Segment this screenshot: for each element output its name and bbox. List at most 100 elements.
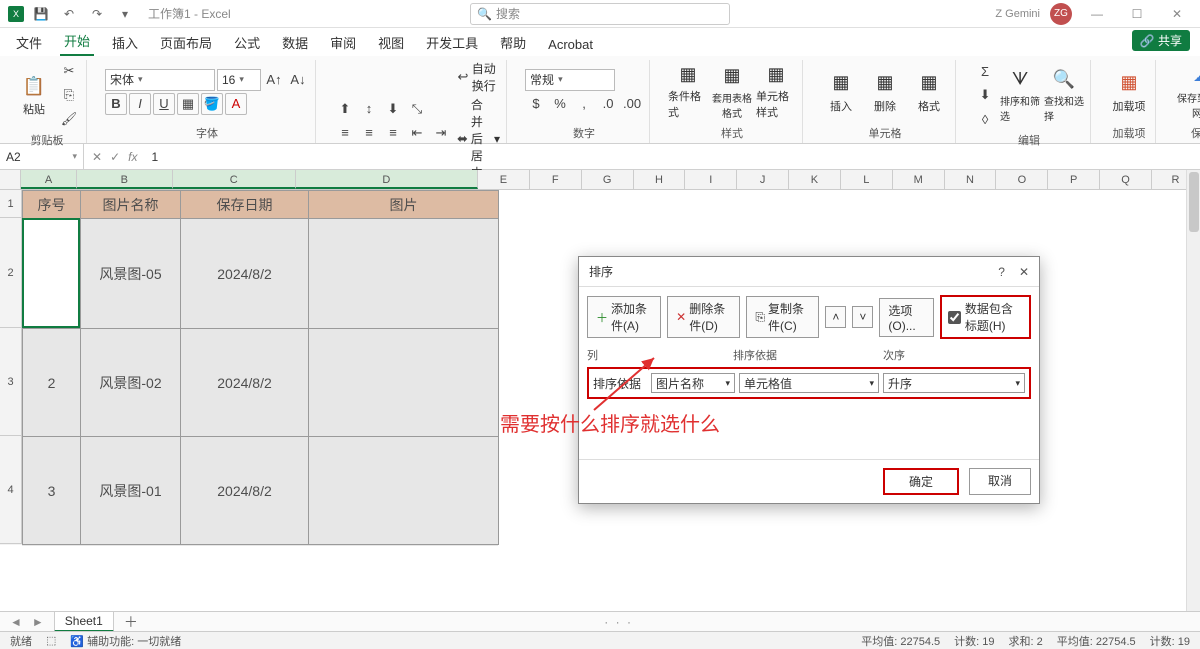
cell[interactable]: 2024/8/2 <box>181 437 309 545</box>
percent-icon[interactable]: % <box>549 93 571 115</box>
search-box[interactable]: 🔍 搜索 <box>470 3 730 25</box>
format-cells-button[interactable]: ▦格式 <box>909 64 949 120</box>
col-header[interactable]: I <box>685 170 737 189</box>
tab-view[interactable]: 视图 <box>374 29 408 56</box>
cell[interactable] <box>309 329 499 437</box>
row-header[interactable]: 2 <box>0 218 22 328</box>
cell[interactable]: 3 <box>23 437 81 545</box>
row-header[interactable]: 3 <box>0 328 22 436</box>
align-right-icon[interactable]: ≡ <box>382 122 404 144</box>
select-all-corner[interactable] <box>0 170 21 189</box>
bold-button[interactable]: B <box>105 93 127 115</box>
col-header[interactable]: Q <box>1100 170 1152 189</box>
align-center-icon[interactable]: ≡ <box>358 122 380 144</box>
merge-center-button[interactable]: ⬌合并后居中▾ <box>456 96 500 181</box>
qat-more-icon[interactable]: ▾ <box>114 3 136 25</box>
move-up-button[interactable]: ˄ <box>825 306 846 328</box>
row-header[interactable]: 4 <box>0 436 22 544</box>
increase-decimal-icon[interactable]: .0 <box>597 93 619 115</box>
sheet-prev-icon[interactable]: ◄ <box>10 615 22 629</box>
ok-button[interactable]: 确定 <box>883 468 959 495</box>
vertical-scrollbar[interactable] <box>1186 170 1200 611</box>
cell[interactable] <box>309 437 499 545</box>
cell[interactable] <box>309 219 499 329</box>
fill-color-button[interactable]: 🪣 <box>201 93 223 115</box>
col-header[interactable]: L <box>841 170 893 189</box>
tab-layout[interactable]: 页面布局 <box>156 29 216 56</box>
copy-level-button[interactable]: ⎘复制条件(C) <box>746 296 819 338</box>
undo-icon[interactable]: ↶ <box>58 3 80 25</box>
orientation-icon[interactable]: ⤡ <box>406 98 428 120</box>
formula-input[interactable]: 1 <box>145 150 1200 164</box>
italic-button[interactable]: I <box>129 93 151 115</box>
row-header[interactable]: 1 <box>0 190 22 218</box>
tab-formula[interactable]: 公式 <box>230 29 264 56</box>
currency-icon[interactable]: $ <box>525 93 547 115</box>
close-icon[interactable]: ✕ <box>1019 265 1029 279</box>
tab-acrobat[interactable]: Acrobat <box>544 33 597 56</box>
cut-icon[interactable]: ✂ <box>58 60 80 82</box>
header-checkbox[interactable]: 数据包含标题(H) <box>940 295 1031 339</box>
decrease-font-icon[interactable]: A↓ <box>287 69 309 91</box>
sort-filter-button[interactable]: ᗐ排序和筛选 <box>1000 67 1040 123</box>
align-left-icon[interactable]: ≡ <box>334 122 356 144</box>
col-header[interactable]: P <box>1048 170 1100 189</box>
sheet-next-icon[interactable]: ► <box>32 615 44 629</box>
comma-icon[interactable]: , <box>573 93 595 115</box>
tab-help[interactable]: 帮助 <box>496 29 530 56</box>
accept-fx-icon[interactable]: ✓ <box>110 150 120 164</box>
tab-home[interactable]: 开始 <box>60 27 94 56</box>
format-painter-icon[interactable]: 🖌 <box>58 108 80 130</box>
cancel-fx-icon[interactable]: ✕ <box>92 150 102 164</box>
delete-level-button[interactable]: ✕删除条件(D) <box>667 296 740 338</box>
cell[interactable]: 序号 <box>23 191 81 219</box>
cell[interactable]: 风景图-02 <box>81 329 181 437</box>
font-name-select[interactable]: 宋体▾ <box>105 69 215 91</box>
cell[interactable]: 风景图-05 <box>81 219 181 329</box>
cell[interactable]: 图片名称 <box>81 191 181 219</box>
col-header[interactable]: N <box>945 170 997 189</box>
col-header[interactable]: B <box>77 170 173 189</box>
dialog-titlebar[interactable]: 排序 ? ✕ <box>579 257 1039 287</box>
scroll-thumb[interactable] <box>1189 172 1199 232</box>
cell[interactable]: 图片 <box>309 191 499 219</box>
share-button[interactable]: 🔗 共享 <box>1132 30 1190 51</box>
checkbox[interactable] <box>948 311 961 324</box>
clear-icon[interactable]: ◊ <box>974 108 996 130</box>
wrap-text-button[interactable]: ↩自动换行 <box>456 60 500 94</box>
addin-button[interactable]: ▦加载项 <box>1109 64 1149 120</box>
minimize-button[interactable]: — <box>1082 3 1112 25</box>
fx-icon[interactable]: fx <box>128 150 137 164</box>
tab-data[interactable]: 数据 <box>278 29 312 56</box>
cell-style-button[interactable]: ▦单元格样式 <box>756 64 796 120</box>
indent-inc-icon[interactable]: ⇥ <box>430 122 452 144</box>
col-header[interactable]: K <box>789 170 841 189</box>
paste-button[interactable]: 📋粘贴 <box>14 67 54 123</box>
help-icon[interactable]: ? <box>998 265 1005 279</box>
font-size-select[interactable]: 16▾ <box>217 69 261 91</box>
cell[interactable]: 1 <box>23 219 81 329</box>
indent-dec-icon[interactable]: ⇤ <box>406 122 428 144</box>
tab-insert[interactable]: 插入 <box>108 29 142 56</box>
cancel-button[interactable]: 取消 <box>969 468 1031 495</box>
col-header[interactable]: O <box>996 170 1048 189</box>
cell[interactable]: 保存日期 <box>181 191 309 219</box>
delete-cells-button[interactable]: ▦删除 <box>865 64 905 120</box>
underline-button[interactable]: U <box>153 93 175 115</box>
col-header[interactable]: H <box>634 170 686 189</box>
cond-format-button[interactable]: ▦条件格式 <box>668 64 708 120</box>
col-header[interactable]: C <box>173 170 296 189</box>
autosum-icon[interactable]: Σ <box>974 60 996 82</box>
save-baidu-button[interactable]: ☁保存到百度网盘 <box>1174 64 1200 120</box>
cell[interactable]: 2 <box>23 329 81 437</box>
font-color-button[interactable]: A <box>225 93 247 115</box>
number-format-select[interactable]: 常规▾ <box>525 69 615 91</box>
align-top-icon[interactable]: ⬆ <box>334 98 356 120</box>
order-select[interactable]: 升序▾ <box>883 373 1025 393</box>
maximize-button[interactable]: ☐ <box>1122 3 1152 25</box>
col-header[interactable]: E <box>478 170 530 189</box>
add-level-button[interactable]: ＋添加条件(A) <box>587 296 661 338</box>
tab-file[interactable]: 文件 <box>12 29 46 56</box>
insert-cells-button[interactable]: ▦插入 <box>821 64 861 120</box>
col-header[interactable]: G <box>582 170 634 189</box>
